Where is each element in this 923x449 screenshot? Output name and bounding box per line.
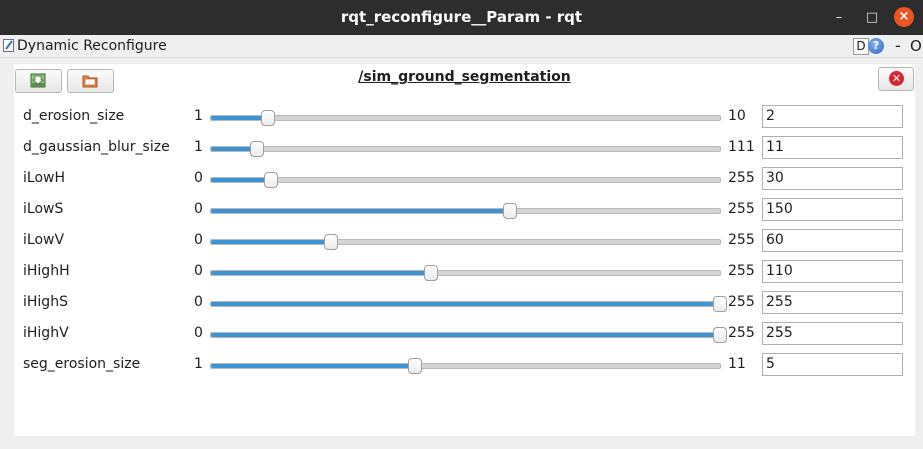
param-row: d_gaussian_blur_size 1 111 11 (14, 135, 915, 161)
param-min: 1 (194, 139, 203, 155)
param-slider[interactable] (210, 358, 721, 374)
param-row: seg_erosion_size 1 11 5 (14, 352, 915, 378)
help-icon[interactable]: ? (868, 38, 884, 54)
slider-handle[interactable] (260, 110, 275, 126)
slider-handle[interactable] (423, 265, 438, 281)
param-name: iHighV (23, 325, 69, 341)
param-min: 0 (194, 170, 203, 186)
param-row: iLowH 0 255 30 (14, 166, 915, 192)
param-value-input[interactable]: 5 (762, 353, 903, 376)
param-max: 255 (728, 170, 755, 186)
slider-handle[interactable] (407, 358, 422, 374)
param-min: 0 (194, 325, 203, 341)
dock-d-button[interactable]: D (853, 38, 869, 55)
param-row: iHighS 0 255 255 (14, 290, 915, 316)
edit-icon (3, 39, 14, 52)
param-max: 255 (728, 263, 755, 279)
param-value-input[interactable]: 30 (762, 167, 903, 190)
param-row: iHighV 0 255 255 (14, 321, 915, 347)
slider-handle[interactable] (250, 141, 265, 157)
slider-fill (211, 178, 271, 182)
slider-fill (211, 116, 268, 120)
close-window-button[interactable]: × (894, 7, 914, 27)
param-min: 0 (194, 201, 203, 217)
param-value-input[interactable]: 255 (762, 291, 903, 314)
param-min: 0 (194, 232, 203, 248)
param-slider[interactable] (210, 265, 721, 281)
param-slider[interactable] (210, 110, 721, 126)
param-slider[interactable] (210, 327, 727, 343)
param-row: iLowS 0 255 150 (14, 197, 915, 223)
slider-fill (211, 333, 720, 337)
param-max: 255 (728, 232, 755, 248)
param-min: 1 (194, 356, 203, 372)
param-name: iHighS (23, 294, 68, 310)
param-row: d_erosion_size 1 10 2 (14, 104, 915, 130)
slider-fill (211, 302, 720, 306)
dock-title: Dynamic Reconfigure (17, 38, 167, 54)
param-slider[interactable] (210, 296, 727, 312)
param-value-input[interactable]: 110 (762, 260, 903, 283)
param-min: 0 (194, 263, 203, 279)
param-name: iLowH (23, 170, 65, 186)
window-titlebar: rqt_reconfigure__Param - rqt – □ × (0, 0, 923, 35)
slider-handle[interactable] (503, 203, 518, 219)
slider-handle[interactable] (713, 296, 727, 312)
window-title: rqt_reconfigure__Param - rqt (340, 8, 583, 26)
param-slider[interactable] (210, 172, 721, 188)
param-slider[interactable] (210, 203, 721, 219)
param-name: iLowV (23, 232, 65, 248)
slider-handle[interactable] (713, 327, 727, 343)
slider-handle[interactable] (263, 172, 278, 188)
slider-fill (211, 209, 511, 213)
param-max: 10 (728, 108, 746, 124)
param-min: 0 (194, 294, 203, 310)
param-value-input[interactable]: 2 (762, 105, 903, 128)
slider-handle[interactable] (323, 234, 338, 250)
param-value-input[interactable]: 60 (762, 229, 903, 252)
close-node-button[interactable]: ✕ (878, 67, 914, 91)
param-min: 1 (194, 108, 203, 124)
param-max: 255 (728, 201, 755, 217)
param-name: iLowS (23, 201, 64, 217)
param-panel: /sim_ground_segmentation ✕ d_erosion_siz… (14, 64, 915, 436)
param-slider[interactable] (210, 141, 721, 157)
slider-fill (211, 364, 415, 368)
param-name: d_gaussian_blur_size (23, 139, 170, 155)
param-row: iLowV 0 255 60 (14, 228, 915, 254)
dock-options-button[interactable]: O (910, 37, 922, 55)
param-name: seg_erosion_size (23, 356, 141, 372)
param-value-input[interactable]: 150 (762, 198, 903, 221)
close-icon: ✕ (889, 71, 904, 86)
param-max: 255 (728, 294, 755, 310)
node-name-title: /sim_ground_segmentation (358, 69, 571, 85)
minimize-button[interactable]: – (829, 0, 849, 35)
param-value-input[interactable]: 255 (762, 322, 903, 345)
param-slider[interactable] (210, 234, 721, 250)
param-value-input[interactable]: 11 (762, 136, 903, 159)
dock-minimize-button[interactable]: - (895, 36, 901, 55)
param-name: iHighH (23, 263, 70, 279)
param-row: iHighH 0 255 110 (14, 259, 915, 285)
slider-fill (211, 240, 331, 244)
dock-widget-titlebar: Dynamic Reconfigure D ? - O (0, 35, 923, 58)
param-max: 11 (728, 356, 746, 372)
param-max: 255 (728, 325, 755, 341)
param-max: 111 (728, 139, 755, 155)
maximize-button[interactable]: □ (862, 0, 882, 35)
slider-fill (211, 271, 431, 275)
param-name: d_erosion_size (23, 108, 125, 124)
